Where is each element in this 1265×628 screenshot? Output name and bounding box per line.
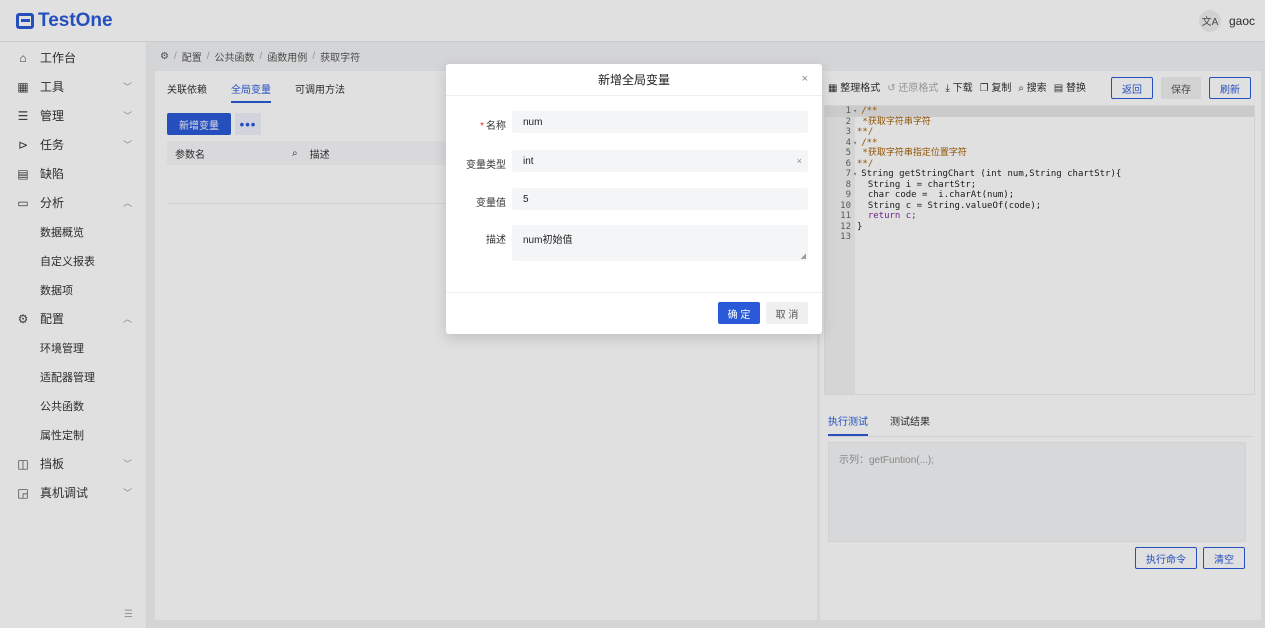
resize-handle-icon[interactable]: ◢ xyxy=(801,252,806,260)
dialog-title: 新增全局变量 xyxy=(446,64,822,96)
name-field-value: num xyxy=(523,116,543,128)
add-global-variable-dialog: 新增全局变量 × * 名称 num 变量类型 int × 变量值 5 描述 num… xyxy=(446,64,822,334)
name-label: * 名称 xyxy=(446,111,506,132)
close-icon[interactable]: × xyxy=(802,73,808,85)
form-row-value: 变量值 5 xyxy=(446,188,822,210)
type-select[interactable]: int × xyxy=(512,150,808,172)
description-label: 描述 xyxy=(486,235,506,246)
description-value: num初始值 xyxy=(523,235,573,246)
name-field[interactable]: num xyxy=(512,111,808,133)
form-row-type: 变量类型 int × xyxy=(446,150,822,172)
type-label: 变量类型 xyxy=(466,160,506,171)
cancel-button[interactable]: 取 消 xyxy=(766,302,808,324)
clear-icon[interactable]: × xyxy=(797,156,802,166)
dialog-footer-divider xyxy=(446,292,822,293)
value-field-value: 5 xyxy=(523,193,529,205)
required-marker: * xyxy=(480,121,484,132)
dialog-title-text: 新增全局变量 xyxy=(597,73,670,87)
name-label-text: 名称 xyxy=(486,121,506,132)
form-row-description: 描述 num初始值 ◢ xyxy=(446,225,822,261)
form-row-name: * 名称 num xyxy=(446,111,822,133)
value-field[interactable]: 5 xyxy=(512,188,808,210)
confirm-button[interactable]: 确 定 xyxy=(718,302,760,324)
type-select-value: int xyxy=(523,155,534,167)
value-label: 变量值 xyxy=(476,198,506,209)
description-textarea[interactable]: num初始值 ◢ xyxy=(512,225,808,261)
